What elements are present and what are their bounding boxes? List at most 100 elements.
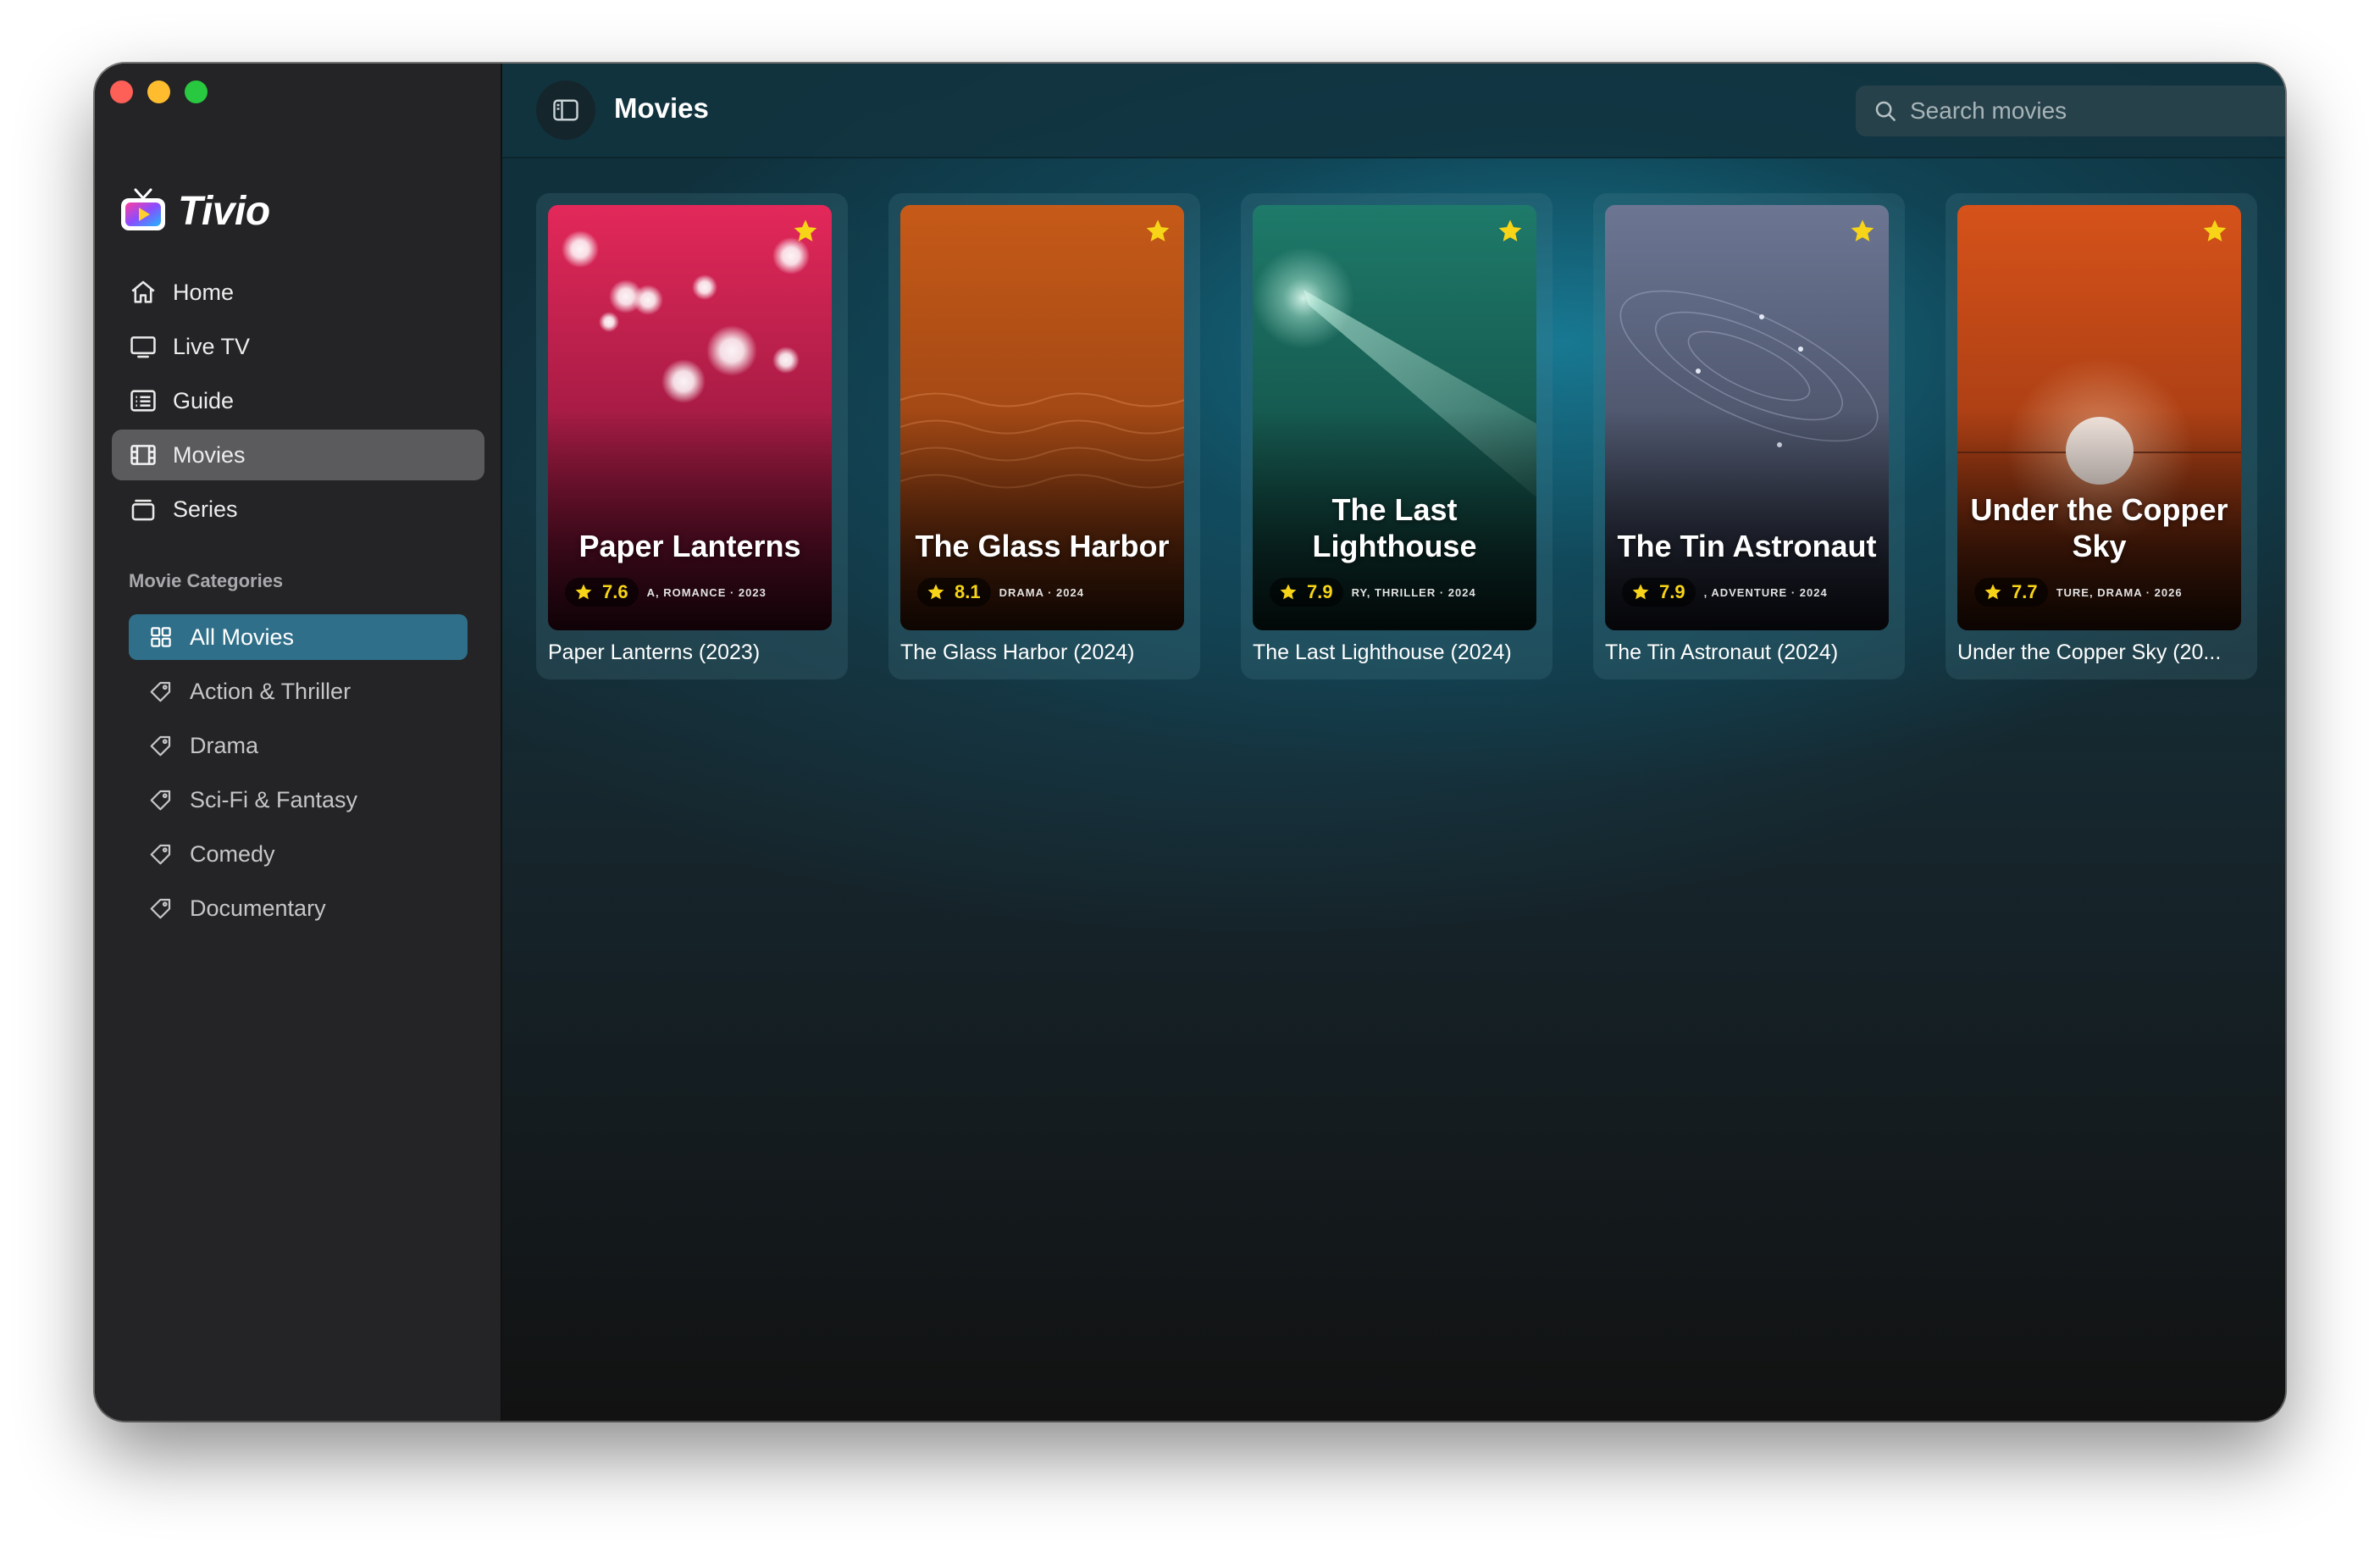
favorite-star-icon[interactable] [791, 217, 820, 246]
rating-badge: 7.9 [1270, 578, 1343, 607]
tag-icon [147, 840, 174, 868]
poster-meta: 7.9 RY, THRILLER · 2024 [1270, 578, 1528, 607]
guide-icon [129, 386, 158, 415]
sidebar: Tivio Home Live TV Guide Movies Series M… [95, 64, 502, 1421]
minimize-window-button[interactable] [147, 80, 170, 103]
category-label: Drama [190, 732, 259, 758]
poster-title: Paper Lanterns [578, 529, 801, 563]
poster-title: Under the Copper Sky [1970, 492, 2228, 563]
window-controls [110, 80, 208, 103]
poster-meta: 7.6 A, ROMANCE · 2023 [565, 578, 823, 607]
poster-meta: 8.1 DRAMA · 2024 [917, 578, 1176, 607]
app-name: Tivio [178, 188, 270, 234]
poster-title: The Glass Harbor [915, 529, 1170, 563]
poster-meta: 7.9 , ADVENTURE · 2024 [1622, 578, 1880, 607]
page-title: Movies [614, 92, 709, 124]
rating-value: 7.6 [602, 581, 628, 602]
app-window: Tivio Home Live TV Guide Movies Series M… [95, 64, 2285, 1421]
tivio-logo-icon [121, 188, 165, 230]
genre-year: A, ROMANCE · 2023 [646, 585, 767, 599]
star-icon [1984, 584, 2001, 600]
poster-title: The Tin Astronaut [1617, 529, 1877, 563]
category-all-movies[interactable]: All Movies [129, 614, 468, 660]
rating-value: 7.9 [1307, 581, 1333, 602]
genre-year: DRAMA · 2024 [999, 585, 1084, 599]
search-icon [1875, 101, 1896, 121]
category-documentary[interactable]: Documentary [129, 885, 468, 931]
search-box[interactable] [1856, 86, 2285, 136]
movie-poster[interactable]: The Last Lighthouse 7.9 RY, THRILLER · 2… [1253, 205, 1536, 630]
category-action-thriller[interactable]: Action & Thriller [129, 668, 468, 714]
nav-label: Movies [173, 441, 246, 468]
nav-label: Guide [173, 387, 235, 413]
tv-icon [129, 332, 158, 361]
category-sci-fi-fantasy[interactable]: Sci-Fi & Fantasy [129, 777, 468, 823]
nav-item-home[interactable]: Home [112, 267, 484, 318]
star-icon [927, 584, 944, 600]
rating-value: 7.7 [2012, 581, 2038, 602]
star-icon [1280, 584, 1297, 600]
rating-badge: 7.6 [565, 578, 639, 607]
movie-caption[interactable]: The Glass Harbor (2024) [900, 640, 1188, 665]
category-label: Documentary [190, 895, 326, 921]
home-icon [129, 278, 158, 307]
nav-item-series[interactable]: Series [112, 484, 484, 535]
rating-badge: 7.9 [1622, 578, 1696, 607]
movie-grid: Paper Lanterns 7.6 A, ROMANCE · 2023 Pap… [536, 193, 2257, 679]
sidebar-toggle-button[interactable] [536, 80, 595, 140]
grid-icon [147, 624, 174, 651]
star-icon [575, 584, 592, 600]
genre-year: RY, THRILLER · 2024 [1351, 585, 1476, 599]
genre-year: TURE, DRAMA · 2026 [2056, 585, 2183, 599]
rating-badge: 7.7 [1974, 578, 2048, 607]
tag-icon [147, 895, 174, 922]
rating-value: 8.1 [955, 581, 981, 602]
nav-item-guide[interactable]: Guide [112, 375, 484, 426]
movie-card[interactable]: The Glass Harbor 8.1 DRAMA · 2024 The Gl… [888, 193, 1200, 679]
sidebar-toggle-icon [553, 99, 578, 121]
rating-value: 7.9 [1659, 581, 1685, 602]
tag-icon [147, 732, 174, 759]
favorite-star-icon[interactable] [1848, 217, 1877, 246]
rating-badge: 8.1 [917, 578, 991, 607]
nav-label: Home [173, 279, 235, 305]
category-drama[interactable]: Drama [129, 723, 468, 768]
brand: Tivio [119, 186, 270, 236]
genre-year: , ADVENTURE · 2024 [1703, 585, 1828, 599]
main-content: Movies Search movies Paper Lanterns 7.6 … [502, 64, 2285, 1421]
category-label: Action & Thriller [190, 678, 351, 704]
series-icon [129, 495, 158, 524]
category-comedy[interactable]: Comedy [129, 831, 468, 877]
search-input[interactable] [1910, 97, 2285, 125]
favorite-star-icon[interactable] [1496, 217, 1525, 246]
tag-icon [147, 786, 174, 813]
category-list: All Movies Action & Thriller Drama Sci-F… [129, 614, 468, 940]
main-nav: Home Live TV Guide Movies Series [112, 267, 484, 538]
nav-item-movies[interactable]: Movies [112, 430, 484, 480]
star-icon [1632, 584, 1649, 600]
category-label: All Movies [190, 624, 295, 650]
zoom-window-button[interactable] [185, 80, 208, 103]
nav-label: Live TV [173, 333, 251, 359]
close-window-button[interactable] [110, 80, 133, 103]
category-label: Sci-Fi & Fantasy [190, 786, 358, 812]
movie-caption[interactable]: The Last Lighthouse (2024) [1253, 640, 1541, 665]
favorite-star-icon[interactable] [2200, 217, 2229, 246]
movie-card[interactable]: Paper Lanterns 7.6 A, ROMANCE · 2023 Pap… [536, 193, 848, 679]
movie-poster[interactable]: Paper Lanterns 7.6 A, ROMANCE · 2023 [548, 205, 832, 630]
movie-caption[interactable]: Under the Copper Sky (20... [1957, 640, 2245, 665]
movie-card[interactable]: The Last Lighthouse 7.9 RY, THRILLER · 2… [1241, 193, 1553, 679]
movie-caption[interactable]: The Tin Astronaut (2024) [1605, 640, 1893, 665]
movie-poster[interactable]: The Glass Harbor 8.1 DRAMA · 2024 [900, 205, 1184, 630]
movie-card[interactable]: Under the Copper Sky 7.7 TURE, DRAMA · 2… [1946, 193, 2257, 679]
movie-card[interactable]: The Tin Astronaut 7.9 , ADVENTURE · 2024… [1593, 193, 1905, 679]
category-label: Comedy [190, 840, 275, 867]
movie-caption[interactable]: Paper Lanterns (2023) [548, 640, 836, 665]
nav-item-live-tv[interactable]: Live TV [112, 321, 484, 372]
film-icon [129, 441, 158, 469]
movie-poster[interactable]: The Tin Astronaut 7.9 , ADVENTURE · 2024 [1605, 205, 1889, 630]
toolbar: Movies [502, 64, 2285, 158]
movie-poster[interactable]: Under the Copper Sky 7.7 TURE, DRAMA · 2… [1957, 205, 2241, 630]
categories-heading: Movie Categories [129, 570, 284, 591]
favorite-star-icon[interactable] [1143, 217, 1172, 246]
